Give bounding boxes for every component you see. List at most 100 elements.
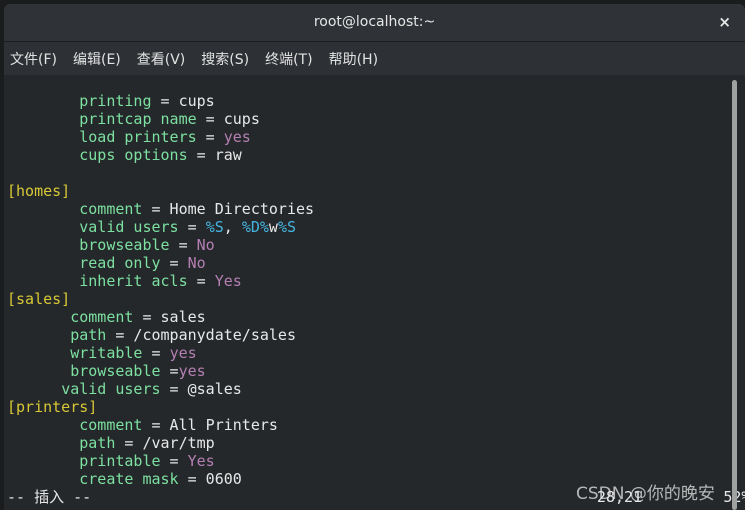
text-segment: path: [79, 434, 116, 452]
text-line: path = /var/tmp: [7, 434, 745, 452]
text-segment: [7, 254, 79, 272]
text-segment: = cups: [196, 110, 260, 128]
text-segment: Yes: [187, 452, 215, 470]
text-line: valid users = @sales: [7, 380, 745, 398]
text-segment: %S: [277, 218, 296, 236]
text-segment: No: [187, 254, 206, 272]
text-segment: [7, 308, 70, 326]
text-segment: inherit acls: [79, 272, 188, 290]
text-segment: [7, 92, 79, 110]
menu-view[interactable]: 查看(V): [137, 49, 186, 69]
text-segment: read only: [79, 254, 161, 272]
text-segment: yes: [178, 362, 206, 380]
text-segment: [7, 200, 79, 218]
text-segment: %D%: [241, 218, 269, 236]
terminal-text: printing = cups printcap name = cups loa…: [7, 92, 745, 506]
text-segment: browseable: [70, 362, 161, 380]
text-segment: [7, 272, 79, 290]
text-segment: %S: [205, 218, 224, 236]
text-segment: [7, 434, 79, 452]
text-line: load printers = yes: [7, 128, 745, 146]
text-segment: yes: [169, 344, 197, 362]
text-segment: w: [268, 218, 278, 236]
menu-bar: 文件(F) 编辑(E) 查看(V) 搜索(S) 终端(T) 帮助(H): [4, 42, 745, 75]
text-segment: [7, 380, 61, 398]
text-segment: [7, 146, 79, 164]
text-line: [homes]: [7, 182, 745, 200]
text-line: printable = Yes: [7, 452, 745, 470]
text-segment: path: [70, 326, 107, 344]
close-icon[interactable]: ×: [718, 13, 731, 31]
text-segment: [homes]: [7, 182, 71, 200]
text-segment: printing: [79, 92, 152, 110]
text-segment: =: [160, 452, 188, 470]
text-segment: =: [169, 236, 197, 254]
text-segment: printable: [79, 452, 161, 470]
text-segment: = All Printers: [142, 416, 278, 434]
text-line: inherit acls = Yes: [7, 272, 745, 290]
text-segment: yes: [223, 128, 251, 146]
text-line: cups options = raw: [7, 146, 745, 164]
text-segment: [7, 218, 79, 236]
text-line: printcap name = cups: [7, 110, 745, 128]
text-line: [7, 164, 745, 182]
text-line: comment = Home Directories: [7, 200, 745, 218]
text-segment: writable: [70, 344, 143, 362]
terminal-content[interactable]: printing = cups printcap name = cups loa…: [4, 75, 745, 510]
menu-edit[interactable]: 编辑(E): [73, 49, 121, 69]
text-line: comment = sales: [7, 308, 745, 326]
text-line: read only = No: [7, 254, 745, 272]
scrollbar[interactable]: [732, 80, 737, 510]
text-segment: [7, 470, 79, 488]
watermark: CSDN @你的晚安: [576, 484, 715, 504]
menu-terminal[interactable]: 终端(T): [265, 49, 312, 69]
text-segment: = /companydate/sales: [106, 326, 296, 344]
text-segment: =: [187, 272, 215, 290]
text-segment: browseable: [79, 236, 170, 254]
text-line: path = /companydate/sales: [7, 326, 745, 344]
text-segment: create mask: [79, 470, 179, 488]
text-segment: load printers: [79, 128, 197, 146]
text-segment: = sales: [133, 308, 206, 326]
text-segment: valid users: [79, 218, 179, 236]
text-line: comment = All Printers: [7, 416, 745, 434]
text-segment: = /var/tmp: [115, 434, 215, 452]
text-line: [printers]: [7, 398, 745, 416]
text-segment: comment: [79, 200, 143, 218]
text-segment: =: [160, 254, 188, 272]
text-segment: [7, 110, 79, 128]
text-segment: comment: [79, 416, 143, 434]
text-line: browseable = No: [7, 236, 745, 254]
text-segment: [7, 236, 79, 254]
terminal-window: root@localhost:~ × 文件(F) 编辑(E) 查看(V) 搜索(…: [4, 4, 745, 510]
text-segment: =: [178, 218, 206, 236]
text-segment: cups options: [79, 146, 188, 164]
text-line: [sales]: [7, 290, 745, 308]
text-segment: = 0600: [178, 470, 242, 488]
text-line: writable = yes: [7, 344, 745, 362]
text-segment: ,: [223, 218, 242, 236]
text-segment: [7, 128, 79, 146]
text-line: printing = cups: [7, 92, 745, 110]
menu-file[interactable]: 文件(F): [10, 49, 57, 69]
text-segment: [7, 326, 70, 344]
menu-search[interactable]: 搜索(S): [201, 49, 249, 69]
text-segment: = Home Directories: [142, 200, 315, 218]
text-segment: [7, 416, 79, 434]
text-line: valid users = %S, %D%w%S: [7, 218, 745, 236]
text-segment: printcap name: [79, 110, 197, 128]
text-segment: No: [196, 236, 215, 254]
text-segment: Yes: [214, 272, 242, 290]
title-bar: root@localhost:~ ×: [4, 4, 745, 42]
text-segment: [7, 362, 70, 380]
text-segment: =: [196, 128, 224, 146]
text-segment: =: [142, 344, 170, 362]
text-segment: comment: [70, 308, 134, 326]
text-segment: =: [160, 362, 179, 380]
menu-help[interactable]: 帮助(H): [329, 49, 378, 69]
text-segment: [7, 452, 79, 470]
text-segment: [printers]: [7, 398, 98, 416]
text-segment: [sales]: [7, 290, 71, 308]
text-segment: = raw: [187, 146, 242, 164]
window-title: root@localhost:~: [313, 14, 436, 30]
